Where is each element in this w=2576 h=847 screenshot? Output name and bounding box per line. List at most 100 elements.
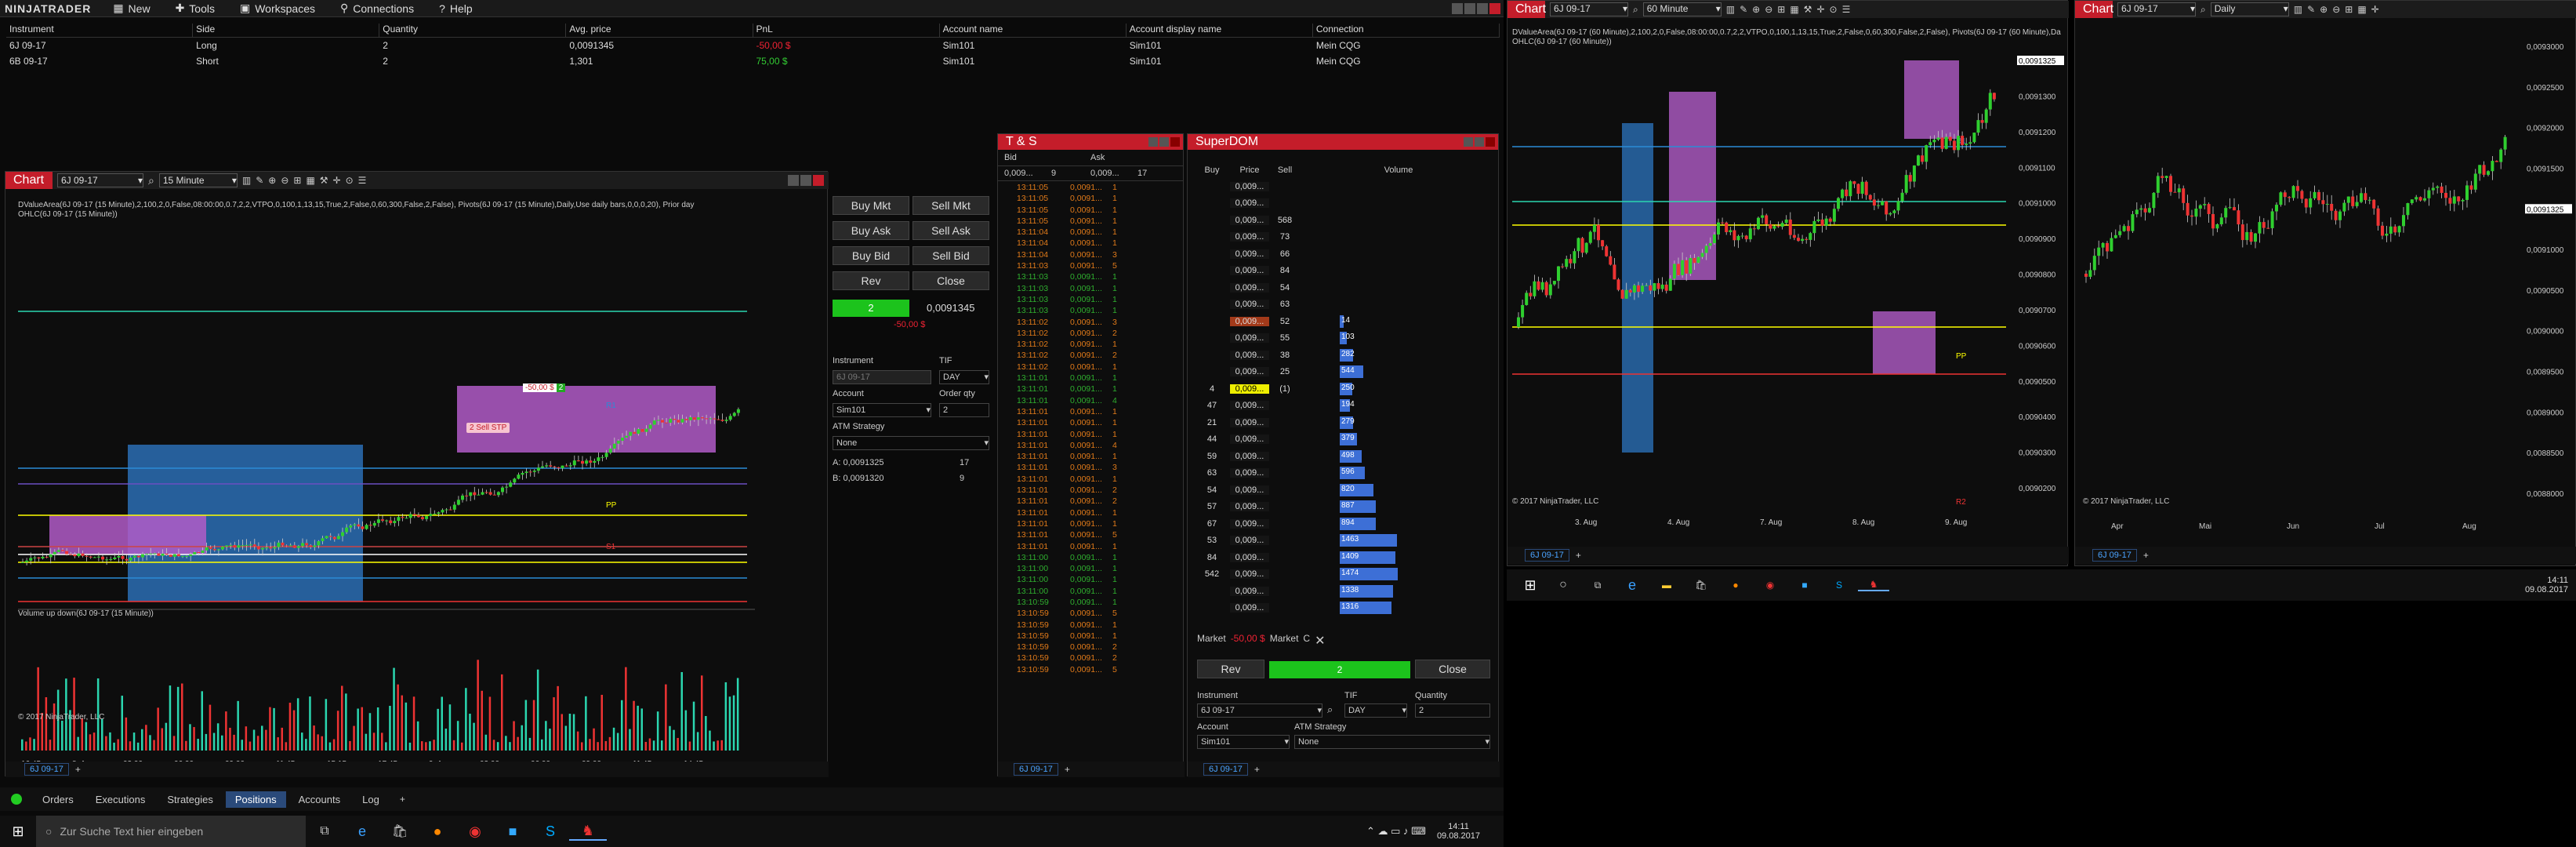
dom-sell-cell[interactable]: 63: [1269, 300, 1301, 309]
add-tab-icon[interactable]: +: [75, 764, 81, 775]
sd-account-select[interactable]: Sim101 ▾: [1197, 735, 1290, 749]
dom-buy-cell[interactable]: 59: [1194, 452, 1230, 461]
draw-icon[interactable]: ✎: [2307, 4, 2315, 15]
buy-market-label[interactable]: Market: [1197, 633, 1226, 649]
sd-qty-stepper[interactable]: 2: [1415, 703, 1490, 718]
search-icon[interactable]: ⌕: [148, 174, 154, 187]
interval-select[interactable]: Daily ▾: [2210, 2, 2289, 16]
explorer-icon[interactable]: ▬: [1651, 580, 1682, 591]
search-icon[interactable]: ○: [1547, 578, 1579, 592]
indicators-icon[interactable]: ⊙: [1830, 4, 1838, 15]
draw-icon[interactable]: ✎: [1740, 4, 1747, 15]
dom-buy-cell[interactable]: 21: [1194, 418, 1230, 427]
instrument-field[interactable]: 6J 09-17: [833, 370, 931, 384]
firefox-icon[interactable]: ●: [419, 823, 456, 840]
superdom-row[interactable]: 0,009... 54: [1194, 279, 1492, 296]
superdom-row[interactable]: 0,009... 84: [1194, 263, 1492, 280]
menu-connections[interactable]: ⚲ Connections: [328, 2, 426, 15]
close-icon[interactable]: [1486, 137, 1495, 147]
positions-column-header[interactable]: Side: [193, 24, 380, 37]
chrome-icon[interactable]: ◉: [456, 823, 494, 840]
zoom-out-icon[interactable]: ⊖: [1765, 4, 1772, 15]
interval-select[interactable]: 15 Minute ▾: [158, 173, 238, 187]
add-tab-icon[interactable]: +: [400, 794, 405, 805]
instrument-select[interactable]: 6J 09-17 ▾: [2117, 2, 2196, 16]
close-icon[interactable]: [813, 175, 824, 186]
search-icon[interactable]: ⌕: [1327, 703, 1333, 716]
superdom-row[interactable]: 0,009... 66: [1194, 245, 1492, 263]
bar-type-icon[interactable]: ▥: [1726, 4, 1735, 15]
dom-buy-cell[interactable]: 63: [1194, 468, 1230, 478]
teamviewer-icon[interactable]: ■: [494, 823, 532, 840]
atm-strategy-select[interactable]: None ▾: [833, 436, 989, 450]
add-tab-icon[interactable]: +: [1254, 764, 1260, 775]
dom-buy-cell[interactable]: 44: [1194, 434, 1230, 444]
taskbar-clock[interactable]: 14:11 09.08.2017: [1437, 822, 1504, 841]
menu-workspaces[interactable]: ▣ Workspaces: [227, 2, 328, 15]
maximize-icon[interactable]: [1477, 2, 1488, 14]
minimize-icon[interactable]: [788, 175, 799, 186]
edge-icon[interactable]: e: [1616, 577, 1648, 594]
sd-tab[interactable]: 6J 09-17: [1203, 763, 1248, 776]
superdom-row[interactable]: 47 0,009... 194: [1194, 398, 1492, 415]
dom-buy-cell[interactable]: 67: [1194, 519, 1230, 529]
minimize-icon[interactable]: [1464, 137, 1473, 147]
crosshair-icon[interactable]: ✛: [1816, 4, 1824, 15]
dom-buy-cell[interactable]: 57: [1194, 502, 1230, 511]
add-tab-icon[interactable]: +: [1065, 764, 1070, 775]
chart2-tab[interactable]: 6J 09-17: [1525, 549, 1569, 562]
sd-tif-select[interactable]: DAY ▾: [1344, 703, 1407, 718]
cc-tab-accounts[interactable]: Accounts: [289, 791, 350, 808]
windows-start-icon[interactable]: ⊞: [0, 823, 36, 840]
cc-tab-log[interactable]: Log: [353, 791, 389, 808]
superdom-row[interactable]: 542 0,009... 1474: [1194, 566, 1492, 583]
skype-icon[interactable]: S: [1823, 580, 1855, 591]
zoom-in-icon[interactable]: ⊕: [1752, 4, 1760, 15]
bar-type-icon[interactable]: ▥: [2294, 4, 2302, 15]
search-icon[interactable]: ⌕: [2200, 4, 2206, 16]
firefox-icon[interactable]: ●: [1720, 580, 1751, 591]
skype-icon[interactable]: S: [532, 823, 569, 840]
buy-bid-button[interactable]: Buy Bid: [833, 246, 909, 265]
dom-sell-cell[interactable]: 568: [1269, 216, 1301, 225]
cc-tab-executions[interactable]: Executions: [86, 791, 155, 808]
edge-icon[interactable]: e: [343, 823, 381, 840]
positions-column-header[interactable]: Quantity: [379, 24, 567, 37]
menu-tools[interactable]: ✚ Tools: [163, 2, 227, 15]
properties-icon[interactable]: ⊞: [2345, 4, 2353, 15]
dom-buy-cell[interactable]: 4: [1194, 384, 1230, 394]
sd-instrument-select[interactable]: 6J 09-17 ▾: [1197, 703, 1322, 718]
superdom-row[interactable]: 0,009... 55 103: [1194, 330, 1492, 347]
maximize-icon[interactable]: [1475, 137, 1484, 147]
cancel-all-icon[interactable]: ✕: [1315, 633, 1325, 649]
indicators-icon[interactable]: ⊙: [346, 175, 354, 186]
account-select[interactable]: Sim101 ▾: [833, 403, 931, 417]
task-view-icon[interactable]: ⧉: [1582, 580, 1613, 591]
add-tab-icon[interactable]: +: [2143, 550, 2149, 561]
maximize-icon[interactable]: [1159, 137, 1169, 147]
maximize-icon[interactable]: [800, 175, 811, 186]
close-icon[interactable]: [1170, 137, 1180, 147]
dom-sell-cell[interactable]: 54: [1269, 283, 1301, 293]
sell-ask-button[interactable]: Sell Ask: [912, 221, 989, 240]
superdom-close-button[interactable]: Close: [1415, 660, 1490, 678]
dom-sell-cell[interactable]: (1): [1269, 384, 1301, 394]
minimize-icon[interactable]: [1148, 137, 1158, 147]
menu-help[interactable]: ? Help: [426, 2, 485, 15]
chrome-icon[interactable]: ◉: [1754, 580, 1786, 591]
buy-ask-button[interactable]: Buy Ask: [833, 221, 909, 240]
properties-icon[interactable]: ⊞: [1777, 4, 1785, 15]
superdom-row[interactable]: 0,009... 1316: [1194, 600, 1492, 617]
chart2-price-panel[interactable]: 0,0091325 0,0091300 0,0091200 0,0091100 0,00…: [1512, 45, 2066, 547]
list-icon[interactable]: ☰: [358, 175, 367, 186]
dom-buy-cell[interactable]: 53: [1194, 536, 1230, 545]
superdom-row[interactable]: 54 0,009... 820: [1194, 482, 1492, 499]
positions-column-header[interactable]: PnL: [753, 24, 940, 37]
superdom-row[interactable]: 4 0,009... (1) 250: [1194, 380, 1492, 398]
dom-buy-cell[interactable]: 542: [1194, 569, 1230, 579]
chart3-tab[interactable]: 6J 09-17: [2092, 549, 2137, 562]
grid-icon[interactable]: ▦: [1790, 4, 1798, 15]
menu-new[interactable]: ▦ New: [100, 2, 162, 15]
zoom-out-icon[interactable]: ⊖: [281, 175, 288, 186]
dom-buy-cell[interactable]: 47: [1194, 401, 1230, 410]
